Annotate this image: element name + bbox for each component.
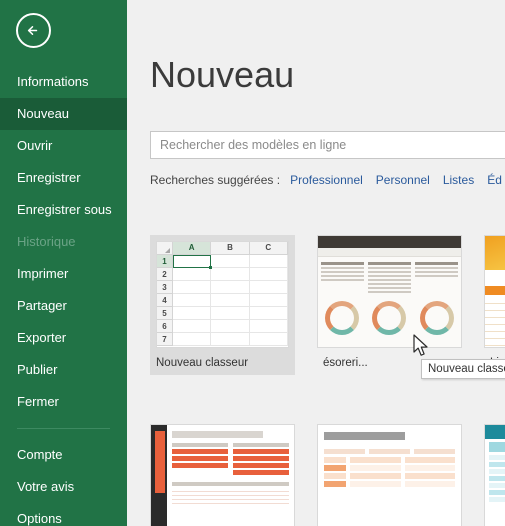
sheet-cells-area <box>173 255 288 346</box>
selected-cell-a1 <box>173 255 213 269</box>
sheet-col-a: A <box>173 242 212 254</box>
page-title: Nouveau <box>150 54 295 95</box>
template-tile-nouveau-classeur[interactable]: A B C 1 2 3 4 5 6 7 Nouveau classeur <box>150 235 295 375</box>
backstage-sidebar: Informations Nouveau Ouvrir Enregistrer … <box>0 0 127 526</box>
back-arrow-icon <box>24 21 43 40</box>
sheet-row-5: 5 <box>157 307 172 320</box>
template-tooltip: Nouveau classeur <box>421 359 505 379</box>
sidebar-item-enregistrer[interactable]: Enregistrer <box>0 162 127 194</box>
template-thumbnail-blank-workbook: A B C 1 2 3 4 5 6 7 <box>156 241 289 348</box>
donut-chart-3 <box>420 301 455 335</box>
sheet-row-6: 6 <box>157 320 172 333</box>
sidebar-item-nouveau[interactable]: Nouveau <box>0 98 127 130</box>
back-arrow-button[interactable] <box>16 13 51 48</box>
template-tile-teal-form[interactable] <box>484 424 505 526</box>
sidebar-item-historique: Historique <box>17 234 76 249</box>
sheet-row-3: 3 <box>157 281 172 294</box>
backstage-main-panel: Nouveau Rechercher des modèles en ligne … <box>127 0 505 526</box>
sheet-col-b: B <box>211 242 250 254</box>
template-tile-liste[interactable]: Liste <box>484 235 505 375</box>
sidebar-item-publier[interactable]: Publier <box>0 354 127 386</box>
sidebar-item-fermer[interactable]: Fermer <box>0 386 127 418</box>
suggested-link-education[interactable]: Éd <box>487 173 502 187</box>
sidebar-item-partager[interactable]: Partager <box>0 290 127 322</box>
backstage-nav-list: Informations Nouveau Ouvrir Enregistrer … <box>0 66 127 526</box>
sheet-row-4: 4 <box>157 294 172 307</box>
template-thumbnail-tresorerie <box>317 235 462 348</box>
template-thumbnail-liste <box>484 235 505 348</box>
sheet-row-1: 1 <box>157 255 172 268</box>
template-label-nouveau-classeur: Nouveau classeur <box>156 357 249 369</box>
suggested-link-listes[interactable]: Listes <box>443 173 474 187</box>
donut-chart-1 <box>324 301 359 335</box>
template-grid: A B C 1 2 3 4 5 6 7 Nouveau classeur éso… <box>150 235 505 526</box>
sidebar-divider <box>17 428 110 429</box>
sidebar-item-votre-avis[interactable]: Votre avis <box>0 471 127 503</box>
excel-backstage-new-screen: Informations Nouveau Ouvrir Enregistrer … <box>0 0 505 526</box>
sidebar-item-options[interactable]: Options <box>0 503 127 526</box>
suggested-link-personnel[interactable]: Personnel <box>376 173 430 187</box>
template-thumbnail-journal-formation <box>150 424 295 526</box>
sheet-row-2: 2 <box>157 268 172 281</box>
sheet-corner-icon <box>157 242 173 254</box>
sidebar-item-imprimer[interactable]: Imprimer <box>0 258 127 290</box>
template-tile-tresorerie[interactable]: ésoreri... <box>317 235 462 375</box>
sidebar-item-enregistrer-sous[interactable]: Enregistrer sous <box>0 194 127 226</box>
suggested-searches-label: Recherches suggérées : <box>150 173 281 187</box>
sidebar-item-ouvrir[interactable]: Ouvrir <box>0 130 127 162</box>
sidebar-item-exporter[interactable]: Exporter <box>0 322 127 354</box>
template-tile-suivi-ordres[interactable] <box>317 424 462 526</box>
sidebar-item-informations[interactable]: Informations <box>0 66 127 98</box>
template-row-2 <box>150 424 505 526</box>
template-thumbnail-teal-form <box>484 424 505 526</box>
suggested-searches-row: Recherches suggérées : Professionnel Per… <box>150 173 505 187</box>
search-templates-input[interactable]: Rechercher des modèles en ligne <box>150 131 505 159</box>
sheet-col-c: C <box>250 242 288 254</box>
sheet-row-7: 7 <box>157 333 172 346</box>
template-thumbnail-suivi-ordres <box>317 424 462 526</box>
template-row-1: A B C 1 2 3 4 5 6 7 Nouveau classeur éso… <box>150 235 505 375</box>
donut-chart-2 <box>372 301 407 335</box>
sidebar-item-compte[interactable]: Compte <box>0 439 127 471</box>
search-input-placeholder: Rechercher des modèles en ligne <box>160 138 347 152</box>
template-tile-journal-formation[interactable] <box>150 424 295 526</box>
suggested-link-professionnel[interactable]: Professionnel <box>290 173 363 187</box>
